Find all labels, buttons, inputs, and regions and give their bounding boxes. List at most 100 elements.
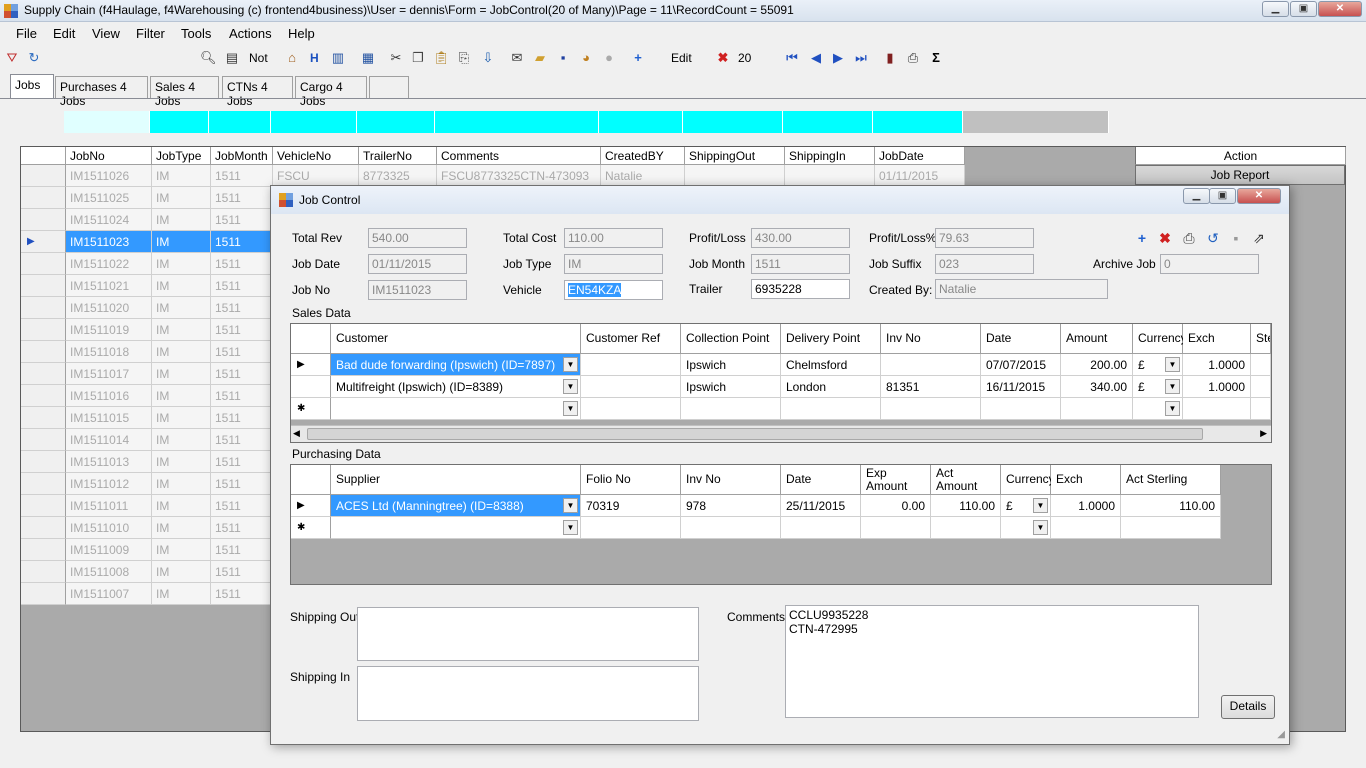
sales-cell[interactable]: [1251, 398, 1271, 420]
col-header-jobmonth[interactable]: JobMonth: [211, 147, 273, 165]
save-icon[interactable]: ▪: [1228, 230, 1244, 246]
filter-cell[interactable]: [64, 111, 150, 133]
cell-jobtype[interactable]: IM: [152, 385, 211, 407]
dropdown-arrow-icon[interactable]: ▼: [563, 357, 578, 372]
cell-jobno[interactable]: IM1511016: [66, 385, 152, 407]
col-header-jobtype[interactable]: JobType: [152, 147, 211, 165]
row-header[interactable]: [21, 187, 66, 209]
sales-collection-cell[interactable]: Ipswich: [681, 376, 781, 398]
row-header[interactable]: [21, 407, 66, 429]
next-record-icon[interactable]: ▶: [830, 50, 846, 66]
row-header[interactable]: [21, 385, 66, 407]
row-header[interactable]: [21, 297, 66, 319]
cell-jobmonth[interactable]: 1511: [211, 561, 273, 583]
circle-icon[interactable]: ●: [601, 50, 617, 66]
import-icon[interactable]: ⇩: [480, 50, 496, 66]
cell-createdby[interactable]: Natalie: [601, 165, 685, 187]
purch-exp-amount-cell[interactable]: 0.00: [861, 495, 931, 517]
row-header[interactable]: ▶: [291, 495, 331, 517]
filter-cell[interactable]: [271, 111, 357, 133]
created-by-field[interactable]: Natalie: [935, 279, 1108, 299]
search-icon[interactable]: 🔍︎: [200, 50, 217, 66]
cell-jobtype[interactable]: IM: [152, 275, 211, 297]
cell-jobno[interactable]: IM1511021: [66, 275, 152, 297]
job-month-field[interactable]: 1511: [751, 254, 850, 274]
job-date-field[interactable]: 01/11/2015: [368, 254, 467, 274]
job-report-button[interactable]: Job Report: [1135, 165, 1345, 185]
cell-jobno[interactable]: IM1511018: [66, 341, 152, 363]
job-suffix-field[interactable]: 023: [935, 254, 1034, 274]
cell-jobdate[interactable]: 01/11/2015: [875, 165, 965, 187]
menu-actions[interactable]: Actions: [229, 26, 272, 41]
cell-jobno[interactable]: IM1511009: [66, 539, 152, 561]
scrollbar-thumb[interactable]: [307, 428, 1203, 440]
dropdown-arrow-icon[interactable]: ▼: [563, 520, 578, 535]
details-button[interactable]: Details: [1221, 695, 1275, 719]
purch-col-currency[interactable]: Currency: [1001, 465, 1055, 495]
col-header-shippingout[interactable]: ShippingOut: [685, 147, 785, 165]
trailer-field[interactable]: 6935228: [751, 279, 850, 299]
job-type-field[interactable]: IM: [564, 254, 663, 274]
sales-cell[interactable]: [781, 398, 881, 420]
row-header[interactable]: [21, 275, 66, 297]
menu-tools[interactable]: Tools: [181, 26, 211, 41]
sales-amount-cell[interactable]: 200.00: [1061, 354, 1133, 376]
sales-col-sterling[interactable]: Ste: [1251, 324, 1271, 354]
purch-cell[interactable]: [1121, 517, 1221, 539]
sales-inv-cell[interactable]: 81351: [881, 376, 981, 398]
dropdown-arrow-icon[interactable]: ▼: [563, 498, 578, 513]
shipping-in-field[interactable]: [357, 666, 699, 721]
row-header[interactable]: [21, 451, 66, 473]
cell-jobmonth[interactable]: 1511: [211, 495, 273, 517]
sales-sterling-cell[interactable]: [1251, 376, 1271, 398]
purch-supplier-cell[interactable]: ACES Ltd (Manningtree) (ID=8388) ▼: [331, 495, 581, 517]
filter-form-icon[interactable]: ▤: [224, 50, 240, 66]
purch-cell[interactable]: [781, 517, 861, 539]
last-record-icon[interactable]: ⏭: [853, 50, 869, 66]
filter-cell[interactable]: [357, 111, 435, 133]
delete-icon[interactable]: ✖: [1157, 230, 1173, 246]
archive-job-field[interactable]: 0: [1160, 254, 1259, 274]
row-header[interactable]: [21, 539, 66, 561]
tab-ctns-4-jobs[interactable]: CTNs 4 Jobs: [222, 76, 293, 108]
profit-loss-field[interactable]: 430.00: [751, 228, 850, 248]
cell-jobno[interactable]: IM1511014: [66, 429, 152, 451]
row-header[interactable]: [21, 363, 66, 385]
cell-jobmonth[interactable]: 1511: [211, 253, 273, 275]
dropdown-arrow-icon[interactable]: ▼: [563, 379, 578, 394]
dropdown-arrow-icon[interactable]: ▼: [563, 401, 578, 416]
sales-col-delivery-point[interactable]: Delivery Point: [781, 324, 881, 354]
table-row[interactable]: IM1511026 IM 1511 FSCU 8773325 FSCU87733…: [21, 165, 1347, 187]
sales-cell[interactable]: [581, 398, 681, 420]
cell-jobmonth[interactable]: 1511: [211, 517, 273, 539]
open-folder-icon[interactable]: ▰: [532, 50, 548, 66]
cell-jobno[interactable]: IM1511020: [66, 297, 152, 319]
sales-col-exch[interactable]: Exch: [1183, 324, 1251, 354]
cell-jobno[interactable]: IM1511012: [66, 473, 152, 495]
sales-ref-cell[interactable]: [581, 354, 681, 376]
edit-button[interactable]: Edit: [671, 51, 692, 65]
cell-jobtype[interactable]: IM: [152, 165, 211, 187]
close-button[interactable]: ✕: [1318, 1, 1362, 17]
cell-jobtype[interactable]: IM: [152, 209, 211, 231]
cell-jobmonth[interactable]: 1511: [211, 385, 273, 407]
purch-col-folio-no[interactable]: Folio No: [581, 465, 681, 495]
minimize-button[interactable]: ▁: [1262, 1, 1289, 17]
cell-jobno[interactable]: IM1511010: [66, 517, 152, 539]
cell-jobtype[interactable]: IM: [152, 473, 211, 495]
purch-col-act-sterling[interactable]: Act Sterling: [1121, 465, 1221, 495]
cell-jobmonth[interactable]: 1511: [211, 407, 273, 429]
cell-jobtype[interactable]: IM: [152, 583, 211, 605]
purch-cell[interactable]: [681, 517, 781, 539]
shipping-out-field[interactable]: [357, 607, 699, 661]
cell-comments[interactable]: FSCU8773325CTN-473093: [437, 165, 601, 187]
cell-jobmonth[interactable]: 1511: [211, 363, 273, 385]
purch-exch-cell[interactable]: 1.0000: [1051, 495, 1121, 517]
col-header-vehicleno[interactable]: VehicleNo: [273, 147, 359, 165]
not-filter-button[interactable]: Not: [249, 51, 268, 65]
sales-collection-cell[interactable]: Ipswich: [681, 354, 781, 376]
menu-edit[interactable]: Edit: [53, 26, 75, 41]
sales-currency-cell[interactable]: £ ▼: [1133, 354, 1183, 376]
filter-cell[interactable]: [150, 111, 209, 133]
sales-col-amount[interactable]: Amount: [1061, 324, 1133, 354]
